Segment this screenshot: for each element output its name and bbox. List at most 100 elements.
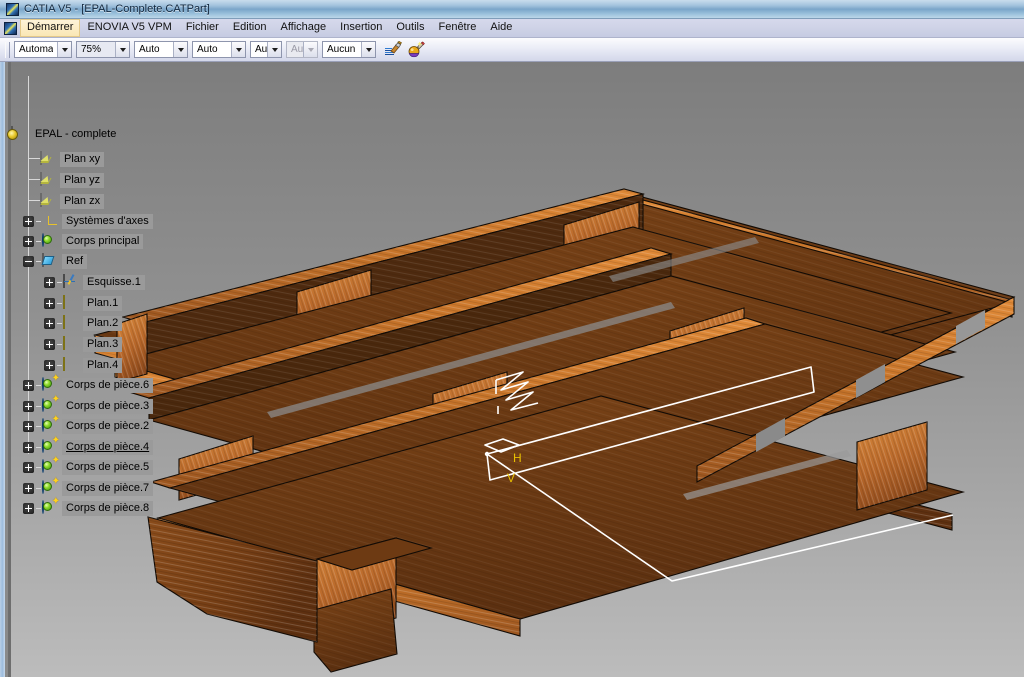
tree-node-plan-4[interactable]: Plan.4 (44, 356, 123, 374)
expand-icon[interactable] (44, 338, 55, 350)
tree-branch (36, 384, 41, 386)
tree-node-corps-de-piece-3[interactable]: Corps de pièce.3 (23, 397, 154, 415)
tree-node-corps-de-piece-6[interactable]: Corps de pièce.6 (23, 376, 154, 394)
tree-node-corps-de-piece-8[interactable]: Corps de pièce.8 (23, 499, 154, 517)
toolbar-grip[interactable] (5, 41, 10, 58)
tree-label-plan-2: Plan.2 (83, 315, 123, 331)
menu-item-enovia[interactable]: ENOVIA V5 VPM (80, 19, 178, 37)
tree-branch (57, 281, 62, 283)
tree-branch (57, 343, 62, 345)
body-star-icon (42, 500, 59, 515)
collapse-icon[interactable] (23, 255, 34, 267)
layer-value: Aucun (327, 44, 356, 55)
menu-item-insertion[interactable]: Insertion (333, 19, 389, 37)
pointtype-combo: Aut (286, 41, 318, 58)
expand-icon[interactable] (23, 400, 34, 412)
menu-item-demarrer[interactable]: Démarrer (20, 19, 81, 37)
layer-combo[interactable]: Aucun (322, 41, 376, 58)
expand-icon[interactable] (44, 297, 55, 309)
tree-node-plan-2[interactable]: Plan.2 (44, 314, 123, 332)
expand-icon[interactable] (44, 276, 55, 288)
zoom-value: 75% (81, 44, 102, 55)
tree-branch (36, 466, 41, 468)
menu-label-edition: Edition (232, 21, 267, 33)
tree-node-corps-de-piece-7[interactable]: Corps de pièce.7 (23, 479, 154, 497)
menu-item-fenetre[interactable]: Fenêtre (431, 19, 483, 37)
body-star-icon (42, 459, 59, 474)
plane-small-icon (63, 315, 80, 330)
expand-icon[interactable] (44, 317, 55, 329)
tree-node-plan-yz[interactable]: Plan yz (40, 171, 105, 189)
catia-application-window: CATIA V5 - [EPAL-Complete.CATPart] Démar… (0, 0, 1024, 677)
tree-node-corps-de-piece-2[interactable]: Corps de pièce.2 (23, 417, 154, 435)
tree-branch (57, 302, 62, 304)
menu-item-edition[interactable]: Edition (226, 19, 274, 37)
menu-label-insertion: Insertion (340, 21, 383, 33)
transparency-combo[interactable]: Auto (134, 41, 188, 58)
menu-item-aide[interactable]: Aide (483, 19, 519, 37)
chevron-down-icon (303, 42, 317, 57)
menu-label-outils: Outils (396, 21, 425, 33)
body-icon (42, 233, 59, 248)
tree-node-plan-3[interactable]: Plan.3 (44, 335, 123, 353)
chevron-down-icon[interactable] (115, 42, 129, 57)
expand-icon[interactable] (23, 482, 34, 494)
magic-wand-sphere-icon (408, 41, 425, 58)
thickness-combo[interactable]: Auto (192, 41, 246, 58)
expand-icon[interactable] (23, 420, 34, 432)
tree-branch (36, 507, 41, 509)
zoom-combo[interactable]: 75% (76, 41, 130, 58)
tree-node-root[interactable]: EPAL - complete (11, 125, 120, 143)
tree-label-corps-de-piece-2: Corps de pièce.2 (62, 418, 154, 434)
render-style-combo[interactable]: Automa (14, 41, 72, 58)
body-star-icon (42, 377, 59, 392)
body-star-icon (42, 398, 59, 413)
tree-branch (36, 405, 41, 407)
tree-label-plan-yz: Plan yz (60, 172, 105, 188)
catia-menu-logo-icon (4, 21, 17, 35)
transparency-value: Auto (139, 44, 160, 55)
tree-node-corps-de-piece-5[interactable]: Corps de pièce.5 (23, 458, 154, 476)
expand-icon[interactable] (23, 441, 34, 453)
tree-node-plan-xy[interactable]: Plan xy (40, 150, 105, 168)
menu-item-outils[interactable]: Outils (389, 19, 431, 37)
sketch-v-axis-label: V (507, 471, 515, 485)
body-star-icon (42, 439, 59, 454)
body-star-icon (42, 418, 59, 433)
expand-icon[interactable] (23, 461, 34, 473)
menu-item-affichage[interactable]: Affichage (273, 19, 333, 37)
specification-tree[interactable]: EPAL - complete Plan xy Plan yz Plan zx (11, 62, 191, 677)
tree-node-corps-principal[interactable]: Corps principal (23, 232, 144, 250)
tree-branch (57, 364, 62, 366)
tree-branch (28, 200, 40, 201)
linetype-combo[interactable]: Aut (250, 41, 282, 58)
tree-node-esquisse-1[interactable]: Esquisse.1 (44, 273, 145, 291)
chevron-down-icon[interactable] (173, 42, 187, 57)
expand-icon[interactable] (23, 235, 34, 247)
chevron-down-icon[interactable] (231, 42, 245, 57)
tree-node-axis-systems[interactable]: Systèmes d'axes (23, 212, 153, 230)
menu-label-affichage: Affichage (280, 21, 327, 33)
expand-icon[interactable] (23, 215, 34, 227)
tree-node-plan-zx[interactable]: Plan zx (40, 192, 105, 210)
tree-branch (36, 260, 41, 262)
tree-node-plan-1[interactable]: Plan.1 (44, 294, 123, 312)
plane-small-icon (63, 295, 80, 310)
expand-icon[interactable] (23, 379, 34, 391)
tree-root-label: EPAL - complete (35, 127, 117, 140)
tree-node-ref[interactable]: Ref (23, 252, 88, 270)
tree-label-corps-de-piece-5: Corps de pièce.5 (62, 459, 154, 475)
tree-node-corps-de-piece-4[interactable]: Corps de pièce.4 (23, 438, 154, 456)
tree-label-axis-systems: Systèmes d'axes (62, 213, 153, 229)
expand-icon[interactable] (44, 359, 55, 371)
menu-item-fichier[interactable]: Fichier (179, 19, 226, 37)
chevron-down-icon[interactable] (361, 42, 375, 57)
axis-system-icon (42, 214, 59, 228)
menu-label-fichier: Fichier (185, 21, 219, 33)
expand-icon[interactable] (23, 502, 34, 514)
painter-button[interactable] (405, 40, 426, 60)
chevron-down-icon[interactable] (57, 42, 71, 57)
tree-label-plan-3: Plan.3 (83, 336, 123, 352)
chevron-down-icon[interactable] (267, 42, 281, 57)
apply-material-button[interactable] (382, 40, 403, 60)
